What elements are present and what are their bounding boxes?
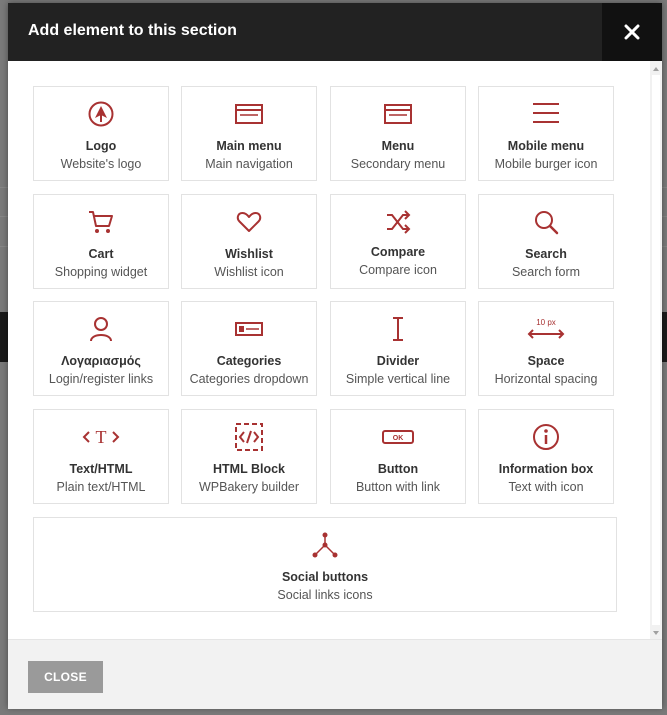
element-description: Wishlist icon	[214, 265, 284, 279]
svg-text:10 px: 10 px	[536, 318, 556, 327]
element-title: Social buttons	[281, 570, 369, 584]
element-title: Menu	[381, 139, 415, 153]
element-description: Website's logo	[60, 157, 142, 171]
element-title: Wishlist	[225, 247, 273, 261]
scroll-up-icon[interactable]	[653, 67, 659, 71]
user-icon	[86, 314, 116, 344]
element-title: Main menu	[216, 139, 282, 153]
modal-body: Logo Website's logo Main menu Main navig…	[8, 61, 662, 639]
add-element-modal: Add element to this section Logo Website…	[8, 3, 662, 709]
element-card-logo[interactable]: Logo Website's logo	[33, 86, 169, 181]
element-description: Compare icon	[359, 263, 437, 277]
vertical-scrollbar[interactable]	[650, 61, 662, 639]
close-button[interactable]: CLOSE	[28, 661, 103, 693]
element-title: Λογαριασμός	[61, 354, 141, 368]
close-icon[interactable]	[602, 3, 662, 61]
element-title: Divider	[376, 354, 420, 368]
menu-icon	[383, 99, 413, 129]
element-description: Button with link	[355, 480, 441, 494]
element-title: Cart	[88, 247, 114, 261]
element-card-categories[interactable]: Categories Categories dropdown	[181, 301, 317, 396]
element-card-space[interactable]: 10 px Space Horizontal spacing	[478, 301, 614, 396]
element-card-wishlist[interactable]: Wishlist Wishlist icon	[181, 194, 317, 289]
element-title: Text/HTML	[69, 462, 133, 476]
element-description: Shopping widget	[54, 265, 148, 279]
element-title: Information box	[498, 462, 594, 476]
mobile-menu-icon	[531, 99, 561, 129]
element-card-html-block[interactable]: HTML Block WPBakery builder	[181, 409, 317, 504]
element-card-mobile-menu[interactable]: Mobile menu Mobile burger icon	[478, 86, 614, 181]
text-icon: T	[81, 422, 121, 452]
element-card-cart[interactable]: Cart Shopping widget	[33, 194, 169, 289]
modal-title: Add element to this section	[28, 22, 237, 39]
button-icon: OK	[381, 422, 415, 452]
categories-icon	[234, 314, 264, 344]
main-menu-icon	[234, 99, 264, 129]
search-icon	[531, 207, 561, 237]
code-block-icon	[234, 422, 264, 452]
element-description: Main navigation	[205, 157, 293, 171]
divider-icon	[383, 314, 413, 344]
svg-text:OK: OK	[393, 435, 404, 442]
element-card-social-buttons[interactable]: Social buttons Social links icons	[33, 517, 617, 612]
element-card-text-html[interactable]: T Text/HTML Plain text/HTML	[33, 409, 169, 504]
element-description: Social links icons	[277, 588, 373, 602]
space-icon: 10 px	[526, 314, 566, 344]
scroll-down-icon[interactable]	[653, 631, 659, 635]
element-description: Login/register links	[48, 372, 154, 386]
modal-footer: CLOSE	[8, 639, 662, 709]
element-description: Horizontal spacing	[494, 372, 598, 386]
element-title: Logo	[85, 139, 117, 153]
share-icon	[310, 530, 340, 560]
element-card-compare[interactable]: Compare Compare icon	[330, 194, 466, 289]
element-description: Simple vertical line	[345, 372, 451, 386]
element-card-search[interactable]: Search Search form	[478, 194, 614, 289]
element-title: Button	[377, 462, 419, 476]
element-description: WPBakery builder	[198, 480, 300, 494]
element-title: Mobile menu	[507, 139, 585, 153]
element-description: Plain text/HTML	[56, 480, 146, 494]
logo-icon	[86, 99, 116, 129]
element-description: Mobile burger icon	[494, 157, 598, 171]
element-card-main-menu[interactable]: Main menu Main navigation	[181, 86, 317, 181]
element-description: Search form	[511, 265, 581, 279]
shuffle-icon	[383, 207, 413, 237]
element-description: Secondary menu	[350, 157, 446, 171]
element-title: Space	[527, 354, 565, 368]
element-title: Categories	[216, 354, 282, 368]
element-card-information-box[interactable]: Information box Text with icon	[478, 409, 614, 504]
element-card-button[interactable]: OK Button Button with link	[330, 409, 466, 504]
modal-header: Add element to this section	[8, 3, 662, 61]
element-description: Categories dropdown	[189, 372, 309, 386]
element-title: Compare	[370, 245, 426, 259]
element-title: Search	[525, 247, 567, 261]
info-icon	[531, 422, 561, 452]
element-card-menu[interactable]: Menu Secondary menu	[330, 86, 466, 181]
element-title: HTML Block	[213, 462, 285, 476]
element-description: Text with icon	[508, 480, 584, 494]
element-card-divider[interactable]: Divider Simple vertical line	[330, 301, 466, 396]
heart-icon	[234, 207, 264, 237]
cart-icon	[86, 207, 116, 237]
svg-text:T: T	[96, 427, 107, 447]
element-card-account[interactable]: Λογαριασμός Login/register links	[33, 301, 169, 396]
scrollbar-thumb[interactable]	[652, 75, 660, 625]
